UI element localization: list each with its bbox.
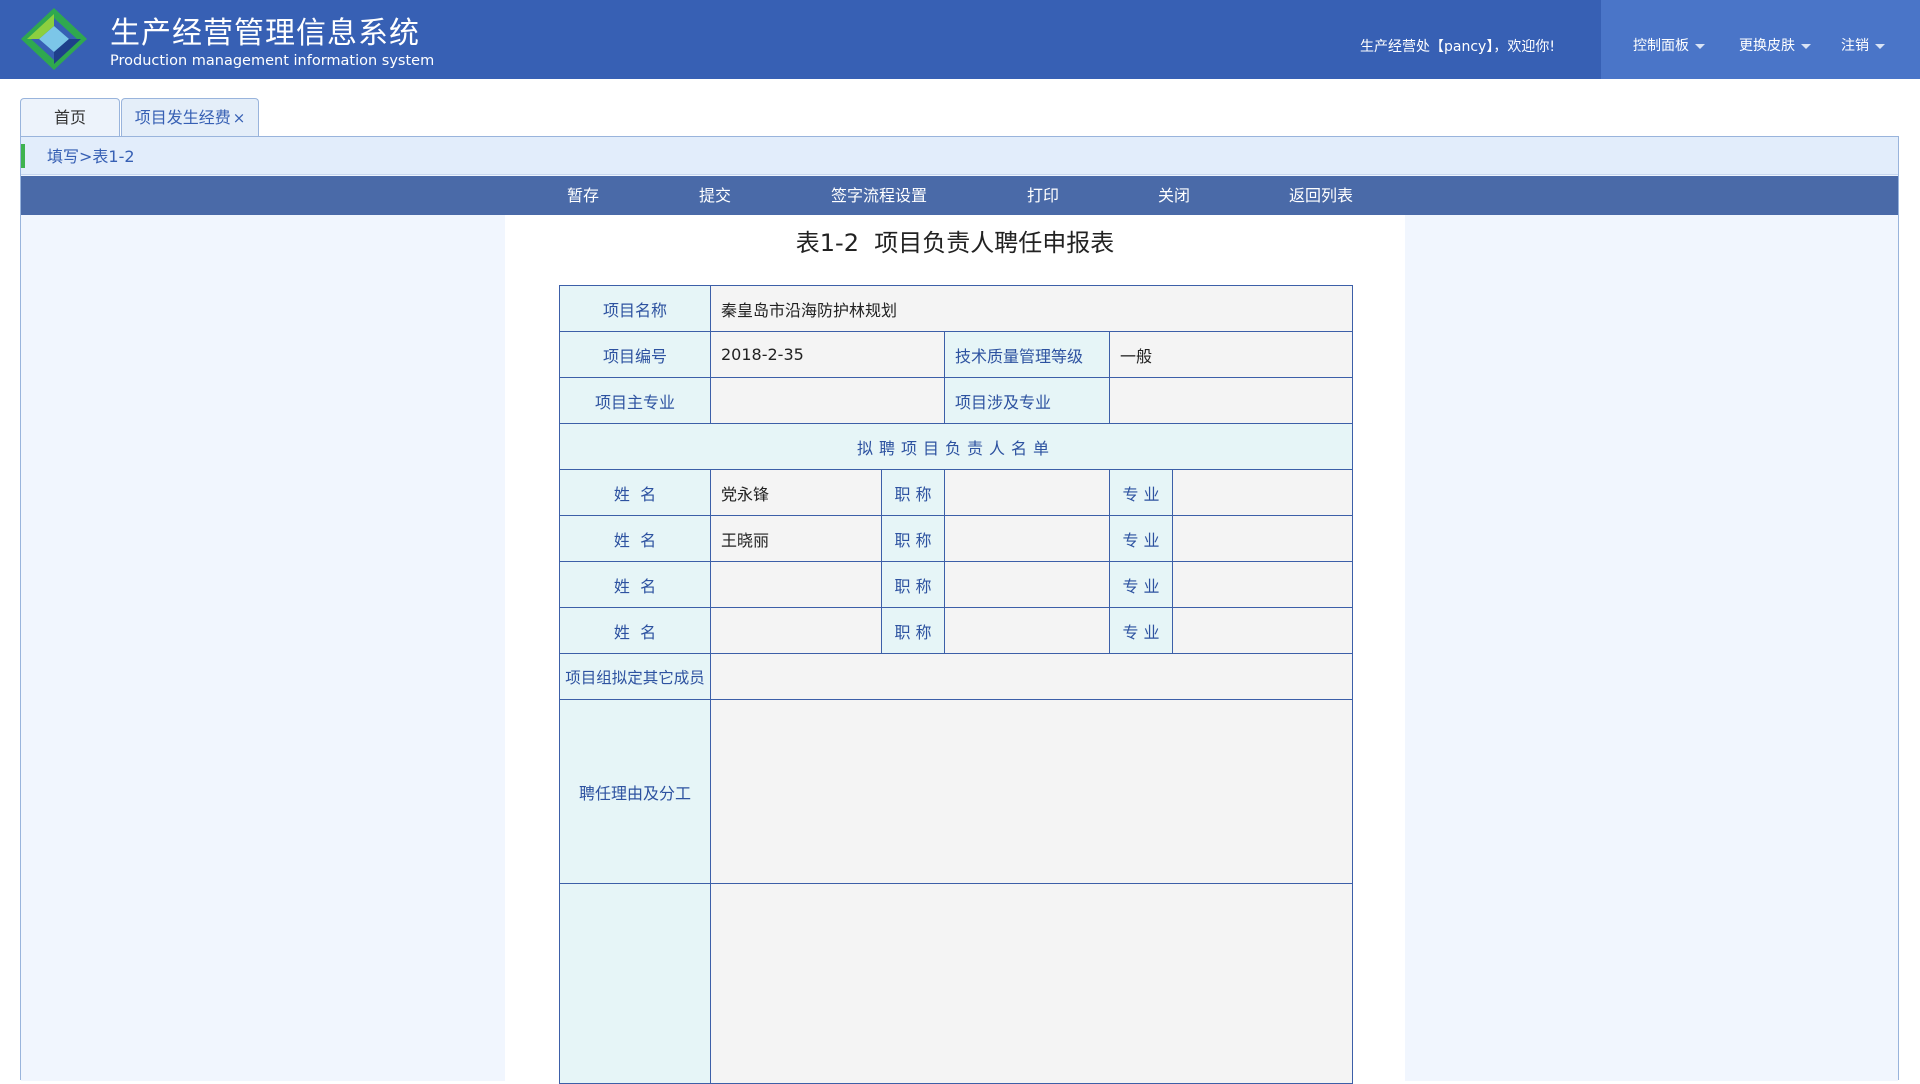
- candidate-name-label: 姓 名: [559, 607, 711, 654]
- project-name-label: 项目名称: [559, 285, 711, 332]
- related-major-label: 项目涉及专业: [944, 377, 1110, 424]
- change-skin-label: 更换皮肤: [1739, 38, 1795, 54]
- form-document: 表1-2 项目负责人聘任申报表 项目名称 秦皇岛市沿海防护林规划 项目编号 20…: [505, 215, 1405, 1084]
- change-skin-menu[interactable]: 更换皮肤: [1739, 37, 1811, 55]
- breadcrumb-marker: [21, 144, 25, 168]
- candidate-major-field[interactable]: [1171, 561, 1354, 608]
- candidate-name-field[interactable]: 王晓丽: [710, 515, 882, 562]
- candidate-major-field[interactable]: [1171, 469, 1354, 516]
- breadcrumb: 填写>表1-2: [21, 137, 1898, 175]
- close-button[interactable]: 关闭: [1158, 176, 1190, 215]
- candidate-title-field[interactable]: [944, 515, 1110, 562]
- other-members-field[interactable]: [709, 653, 1354, 700]
- table-row: 项目名称 秦皇岛市沿海防护林规划: [559, 285, 1354, 332]
- table-row: 项目主专业 项目涉及专业: [559, 377, 1354, 424]
- sign-flow-settings-button[interactable]: 签字流程设置: [831, 176, 927, 215]
- table-row: [559, 883, 1354, 1084]
- other-members-label: 项目组拟定其它成员: [559, 653, 711, 700]
- control-panel-label: 控制面板: [1633, 38, 1689, 54]
- reason-label: 聘任理由及分工: [559, 699, 711, 884]
- table-row: 拟聘项目负责人名单: [558, 423, 1354, 470]
- candidate-major-label: 专 业: [1109, 515, 1173, 562]
- close-icon[interactable]: ×: [233, 109, 246, 127]
- candidate-row: 姓 名 党永锋 职 称 专 业: [559, 469, 1354, 516]
- app-subtitle: Production management information system: [110, 53, 435, 69]
- app-header: 生产经营管理信息系统 Production management informa…: [0, 0, 1920, 79]
- extra-field[interactable]: [709, 883, 1354, 1084]
- appointment-form-table: 项目名称 秦皇岛市沿海防护林规划 项目编号 2018-2-35 技术质量管理等级…: [558, 285, 1354, 1084]
- tab-home[interactable]: 首页: [20, 98, 120, 137]
- right-margin: [1405, 215, 1898, 1081]
- app-logo-icon: [21, 8, 87, 70]
- logout-label: 注销: [1841, 38, 1869, 54]
- left-margin: [21, 215, 505, 1081]
- table-row: 项目组拟定其它成员: [559, 653, 1354, 700]
- submit-button[interactable]: 提交: [699, 176, 731, 215]
- candidate-title-field[interactable]: [944, 607, 1110, 654]
- reason-field[interactable]: [709, 699, 1354, 884]
- candidate-title-label: 职 称: [881, 607, 945, 654]
- candidate-name-label: 姓 名: [559, 561, 711, 608]
- breadcrumb-text: 填写>表1-2: [47, 147, 135, 166]
- save-draft-button[interactable]: 暂存: [567, 176, 599, 215]
- quality-level-field[interactable]: 一般: [1108, 331, 1354, 378]
- control-panel-menu[interactable]: 控制面板: [1633, 37, 1705, 55]
- form-toolbar: 暂存 提交 签字流程设置 打印 关闭 返回列表: [21, 176, 1898, 215]
- candidate-name-field[interactable]: 党永锋: [710, 469, 882, 516]
- candidate-major-field[interactable]: [1171, 607, 1354, 654]
- candidate-name-label: 姓 名: [559, 469, 711, 516]
- quality-level-label: 技术质量管理等级: [944, 331, 1110, 378]
- candidate-row: 姓 名 职 称 专 业: [559, 607, 1354, 654]
- candidate-row: 姓 名 职 称 专 业: [559, 561, 1354, 608]
- candidate-name-field[interactable]: [710, 607, 882, 654]
- candidate-row: 姓 名 王晓丽 职 称 专 业: [559, 515, 1354, 562]
- project-no-label: 项目编号: [559, 331, 711, 378]
- candidate-title-label: 职 称: [881, 561, 945, 608]
- candidate-name-label: 姓 名: [559, 515, 711, 562]
- app-title: 生产经营管理信息系统: [110, 16, 420, 51]
- back-to-list-button[interactable]: 返回列表: [1289, 176, 1353, 215]
- logout-menu[interactable]: 注销: [1841, 37, 1885, 55]
- extra-label: [559, 883, 711, 1084]
- tab-project-expenses[interactable]: 项目发生经费 ×: [121, 98, 259, 137]
- table-row: 项目编号 2018-2-35 技术质量管理等级 一般: [559, 331, 1354, 378]
- header-menu: 控制面板 更换皮肤 注销: [1601, 0, 1920, 79]
- form-title: 表1-2 项目负责人聘任申报表: [795, 229, 1115, 257]
- candidate-title-label: 职 称: [881, 469, 945, 516]
- content-panel: 填写>表1-2 暂存 提交 签字流程设置 打印 关闭 返回列表 表1-2 项目负…: [20, 136, 1899, 1084]
- related-major-field[interactable]: [1108, 377, 1354, 424]
- candidate-major-field[interactable]: [1171, 515, 1354, 562]
- tab-home-label: 首页: [53, 108, 86, 127]
- main-major-field[interactable]: [710, 377, 945, 424]
- caret-down-icon: [1875, 43, 1885, 49]
- caret-down-icon: [1801, 43, 1811, 49]
- candidate-title-label: 职 称: [881, 515, 945, 562]
- project-name-field[interactable]: 秦皇岛市沿海防护林规划: [709, 285, 1354, 332]
- candidate-title-field[interactable]: [944, 561, 1110, 608]
- welcome-message: 生产经营处【pancy】，欢迎你!: [1360, 39, 1555, 55]
- candidate-name-field[interactable]: [710, 561, 882, 608]
- candidate-list-heading: 拟聘项目负责人名单: [558, 423, 1354, 470]
- candidate-major-label: 专 业: [1109, 607, 1173, 654]
- candidate-major-label: 专 业: [1109, 469, 1173, 516]
- tab-project-expenses-label: 项目发生经费: [134, 108, 231, 127]
- candidate-title-field[interactable]: [944, 469, 1110, 516]
- table-row: 聘任理由及分工: [559, 699, 1354, 884]
- print-button[interactable]: 打印: [1027, 176, 1059, 215]
- main-major-label: 项目主专业: [559, 377, 711, 424]
- candidate-major-label: 专 业: [1109, 561, 1173, 608]
- project-no-field[interactable]: 2018-2-35: [710, 331, 945, 378]
- caret-down-icon: [1695, 43, 1705, 49]
